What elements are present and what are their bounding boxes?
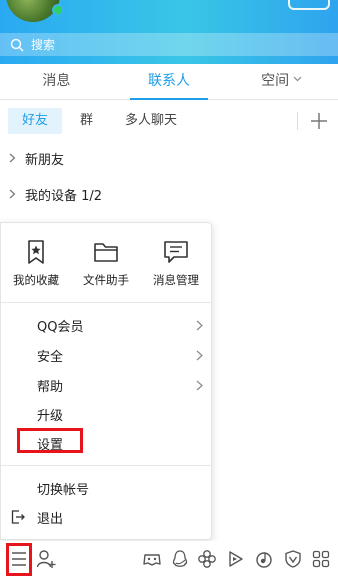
tab-messages[interactable]: 消息 bbox=[0, 64, 113, 99]
chevron-down-icon bbox=[293, 76, 302, 82]
flower-icon[interactable] bbox=[197, 549, 217, 569]
message-manage-icon bbox=[164, 241, 188, 263]
menu-quick-actions: 我的收藏 文件助手 消息管理 bbox=[1, 223, 213, 303]
star-bookmark-icon bbox=[28, 240, 44, 264]
subtab-multichat[interactable]: 多人聊天 bbox=[111, 108, 191, 134]
quick-file-assistant-button[interactable]: 文件助手 bbox=[71, 223, 141, 303]
menu-item-help[interactable]: 帮助 bbox=[1, 371, 213, 399]
settings-highlight-box bbox=[17, 428, 83, 453]
online-status-icon bbox=[52, 4, 64, 16]
search-placeholder: 搜索 bbox=[31, 38, 56, 52]
menu-item-qq-vip[interactable]: QQ会员 bbox=[1, 311, 213, 339]
chevron-right-icon bbox=[196, 350, 203, 361]
divider bbox=[297, 112, 298, 130]
menu-divider bbox=[1, 302, 213, 303]
subtab-friends[interactable]: 好友 bbox=[8, 108, 63, 134]
game-icon[interactable] bbox=[142, 549, 162, 569]
menu-divider bbox=[1, 465, 213, 466]
app-grid-icon[interactable] bbox=[311, 549, 331, 569]
header-action-button[interactable] bbox=[288, 0, 330, 10]
menu-button-highlight-box bbox=[6, 543, 32, 576]
music-icon[interactable] bbox=[254, 549, 274, 569]
header-bar: 搜索 bbox=[0, 0, 338, 64]
menu-item-logout[interactable]: 退出 bbox=[1, 503, 213, 531]
add-icon[interactable] bbox=[310, 112, 328, 130]
chevron-right-icon bbox=[9, 153, 16, 163]
group-label: 新朋友 bbox=[25, 152, 65, 168]
menu-item-label: 切换帐号 bbox=[37, 482, 90, 498]
search-icon bbox=[10, 38, 24, 51]
penguin-icon[interactable] bbox=[170, 549, 190, 569]
chevron-right-icon bbox=[9, 189, 16, 199]
menu-item-label: QQ会员 bbox=[37, 319, 84, 335]
tab-messages-label: 消息 bbox=[42, 73, 71, 89]
group-new-friends[interactable]: 新朋友 bbox=[0, 143, 338, 173]
menu-item-label: 安全 bbox=[37, 349, 64, 365]
menu-item-switch-account[interactable]: 切换帐号 bbox=[1, 474, 213, 502]
quick-file-assistant-label: 文件助手 bbox=[83, 273, 129, 287]
add-friend-icon[interactable] bbox=[36, 549, 56, 569]
subtab-groups[interactable]: 群 bbox=[66, 108, 107, 134]
logout-icon bbox=[11, 510, 25, 524]
tab-contacts-label: 联系人 bbox=[148, 73, 190, 89]
quick-message-manage-button[interactable]: 消息管理 bbox=[141, 223, 211, 303]
menu-item-upgrade[interactable]: 升级 bbox=[1, 400, 213, 428]
menu-item-label: 退出 bbox=[37, 511, 64, 527]
main-menu-popup: 我的收藏 文件助手 消息管理 QQ会员 安全 帮助 升级 设置 切换帐号 退出 bbox=[0, 222, 213, 540]
group-my-devices[interactable]: 我的设备 1/2 bbox=[0, 179, 338, 209]
search-input[interactable]: 搜索 bbox=[0, 33, 338, 56]
quick-favorites-label: 我的收藏 bbox=[13, 273, 59, 287]
tab-contacts[interactable]: 联系人 bbox=[113, 64, 226, 100]
group-label: 我的设备 1/2 bbox=[25, 188, 103, 204]
shield-icon[interactable] bbox=[283, 549, 303, 569]
chevron-right-icon bbox=[196, 320, 203, 331]
video-play-icon[interactable] bbox=[225, 549, 245, 569]
quick-message-manage-label: 消息管理 bbox=[153, 273, 199, 287]
tab-space[interactable]: 空间 bbox=[225, 64, 338, 99]
main-tabs: 消息 联系人 空间 bbox=[0, 64, 338, 100]
contact-subtabs: 好友 群 多人聊天 bbox=[0, 104, 338, 138]
menu-item-label: 升级 bbox=[37, 408, 64, 424]
folder-icon bbox=[94, 243, 118, 262]
menu-item-label: 帮助 bbox=[37, 379, 64, 395]
bottom-toolbar bbox=[0, 541, 338, 577]
menu-item-security[interactable]: 安全 bbox=[1, 341, 213, 369]
quick-favorites-button[interactable]: 我的收藏 bbox=[1, 223, 71, 303]
tab-space-label: 空间 bbox=[261, 73, 290, 89]
chevron-right-icon bbox=[196, 380, 203, 391]
